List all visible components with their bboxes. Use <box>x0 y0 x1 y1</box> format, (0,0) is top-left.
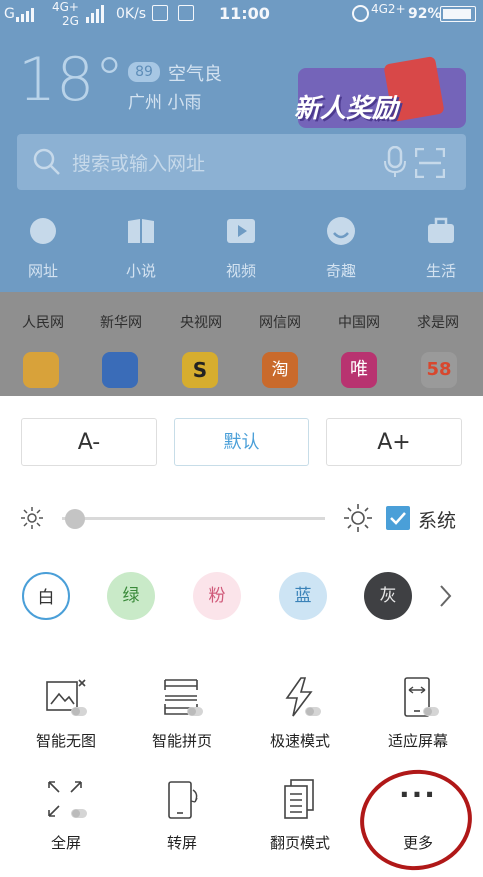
briefcase-icon <box>428 217 454 243</box>
tool-fit-screen[interactable]: 适应屏幕 <box>368 674 468 751</box>
brightness-slider[interactable] <box>62 517 325 520</box>
tool-page-join[interactable]: 智能拼页 <box>132 674 232 751</box>
network-type-1: 4G+ <box>52 0 79 14</box>
nav-label: 生活 <box>425 262 456 280</box>
site-link[interactable]: 央视网 <box>180 312 222 332</box>
system-brightness-label: 系统 <box>418 510 457 532</box>
network-type-3: 4G2+ <box>371 2 406 16</box>
carrier-label: G <box>4 6 15 22</box>
system-brightness-checkbox[interactable] <box>386 506 410 530</box>
globe-icon <box>30 218 56 244</box>
brightness-low-icon <box>21 507 43 529</box>
page-join-icon <box>164 679 203 716</box>
notification-icon <box>178 5 194 21</box>
book-icon <box>128 219 154 243</box>
aqi-label: 空气良 <box>168 64 222 85</box>
nav-item-url[interactable]: 网址 <box>13 216 73 281</box>
tool-label: 翻页模式 <box>269 834 330 852</box>
theme-white[interactable]: 白 <box>22 572 70 620</box>
aqi-badge: 89 <box>128 62 160 82</box>
theme-pink[interactable]: 粉 <box>193 572 241 620</box>
scan-icon[interactable] <box>415 148 445 178</box>
site-link[interactable]: 新华网 <box>100 312 142 332</box>
font-default-button[interactable]: 默认 <box>174 418 309 466</box>
nav-item-fun[interactable]: 奇趣 <box>311 216 371 281</box>
search-bar[interactable]: 搜索或输入网址 <box>17 134 466 190</box>
tool-label: 全屏 <box>50 834 81 852</box>
nav-item-novel[interactable]: 小说 <box>111 216 171 281</box>
clock: 11:00 <box>219 4 270 23</box>
tool-fullscreen[interactable]: 全屏 <box>16 776 116 853</box>
search-placeholder: 搜索或输入网址 <box>72 153 206 175</box>
signal-icon <box>16 8 34 22</box>
signal-icon <box>86 5 104 23</box>
nav-label: 奇趣 <box>325 262 356 280</box>
network-speed: 0K/s <box>116 6 147 22</box>
rotate-screen-icon <box>168 781 198 819</box>
battery-percent: 92% <box>408 6 442 22</box>
tool-speed-mode[interactable]: 极速模式 <box>250 674 350 751</box>
notification-icon <box>152 5 168 21</box>
fit-screen-icon <box>404 677 439 717</box>
theme-blue[interactable]: 蓝 <box>279 572 327 620</box>
brightness-high-icon <box>344 504 372 532</box>
chevron-right-icon[interactable] <box>438 582 454 610</box>
baidu-icon[interactable] <box>102 352 138 388</box>
theme-green[interactable]: 绿 <box>107 572 155 620</box>
site-link[interactable]: 中国网 <box>338 312 380 332</box>
s-icon[interactable]: S <box>182 352 218 388</box>
nav-label: 小说 <box>125 262 156 280</box>
tool-label: 转屏 <box>166 834 197 852</box>
weibo-icon[interactable] <box>23 352 59 388</box>
font-decrease-button[interactable]: A- <box>21 418 157 466</box>
tool-label: 智能无图 <box>35 732 96 750</box>
brightness-slider-handle[interactable] <box>65 509 86 529</box>
check-icon <box>390 512 406 525</box>
battery-icon <box>440 6 476 22</box>
taobao-icon[interactable]: 淘 <box>262 352 298 388</box>
browser-home-background: G 4G+ 2G 0K/s 11:00 4G2+ 92% 18° 89 空气良 … <box>0 0 483 396</box>
58-icon[interactable]: 58 <box>421 352 457 388</box>
page-flip-icon <box>284 779 314 819</box>
fullscreen-icon <box>48 781 87 818</box>
search-icon <box>33 148 60 175</box>
font-increase-button[interactable]: A+ <box>326 418 462 466</box>
vip-icon[interactable]: 唯 <box>341 352 377 388</box>
microphone-icon[interactable] <box>383 146 407 178</box>
nav-label: 视频 <box>225 262 256 280</box>
site-link[interactable]: 人民网 <box>22 312 64 332</box>
site-links-panel: 人民网 新华网 央视网 网信网 中国网 求是网 S 淘 唯 58 <box>0 292 483 396</box>
smile-icon <box>327 217 355 245</box>
site-link[interactable]: 网信网 <box>259 312 301 332</box>
tool-page-flip[interactable]: 翻页模式 <box>250 776 350 853</box>
no-image-icon <box>46 679 87 716</box>
alarm-icon <box>352 5 369 22</box>
new-user-reward-banner[interactable]: 新人奖励 <box>290 55 466 130</box>
nav-label: 网址 <box>27 262 58 280</box>
status-bar: G 4G+ 2G 0K/s 11:00 4G2+ 92% <box>0 0 483 28</box>
tool-no-image[interactable]: 智能无图 <box>16 674 116 751</box>
weather-temperature: 18° <box>18 45 125 115</box>
weather-location: 广州 小雨 <box>128 93 202 113</box>
tool-label: 极速模式 <box>269 732 330 750</box>
tool-rotate-screen[interactable]: 转屏 <box>132 776 232 853</box>
network-type-2: 2G <box>62 14 79 28</box>
theme-gray[interactable]: 灰 <box>364 572 412 620</box>
tool-label: 适应屏幕 <box>387 732 448 750</box>
site-link[interactable]: 求是网 <box>417 312 459 332</box>
play-icon <box>227 219 255 243</box>
lightning-icon <box>285 677 321 717</box>
promo-text: 新人奖励 <box>294 94 399 124</box>
nav-item-life[interactable]: 生活 <box>411 216 471 281</box>
nav-item-video[interactable]: 视频 <box>211 216 271 281</box>
tool-label: 智能拼页 <box>151 732 212 750</box>
